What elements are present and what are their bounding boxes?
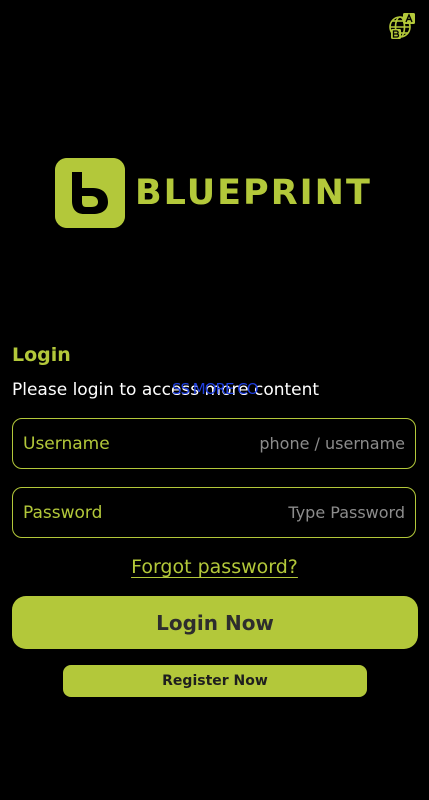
page-title: Login	[12, 344, 71, 366]
forgot-password-link[interactable]: Forgot password?	[131, 556, 298, 578]
username-label: Username	[23, 433, 110, 454]
overlay-text: SS MORE CO	[172, 380, 259, 398]
login-button[interactable]: Login Now	[12, 596, 418, 649]
brand-name: BLUEPRINT	[135, 172, 372, 213]
language-translate-icon[interactable]	[388, 12, 416, 40]
brand-logo: BLUEPRINT	[55, 158, 372, 228]
forgot-password-row: Forgot password?	[0, 556, 429, 578]
password-field[interactable]: Password	[12, 487, 416, 538]
login-subtitle: Please login to access more content	[12, 380, 320, 400]
language-translate-icon-graphic	[389, 13, 415, 39]
username-field[interactable]: Username	[12, 418, 416, 469]
password-label: Password	[23, 502, 103, 523]
register-button[interactable]: Register Now	[63, 665, 367, 697]
blueprint-b-logo-icon	[55, 158, 125, 228]
username-input[interactable]	[109, 434, 405, 453]
password-input[interactable]	[102, 503, 405, 522]
